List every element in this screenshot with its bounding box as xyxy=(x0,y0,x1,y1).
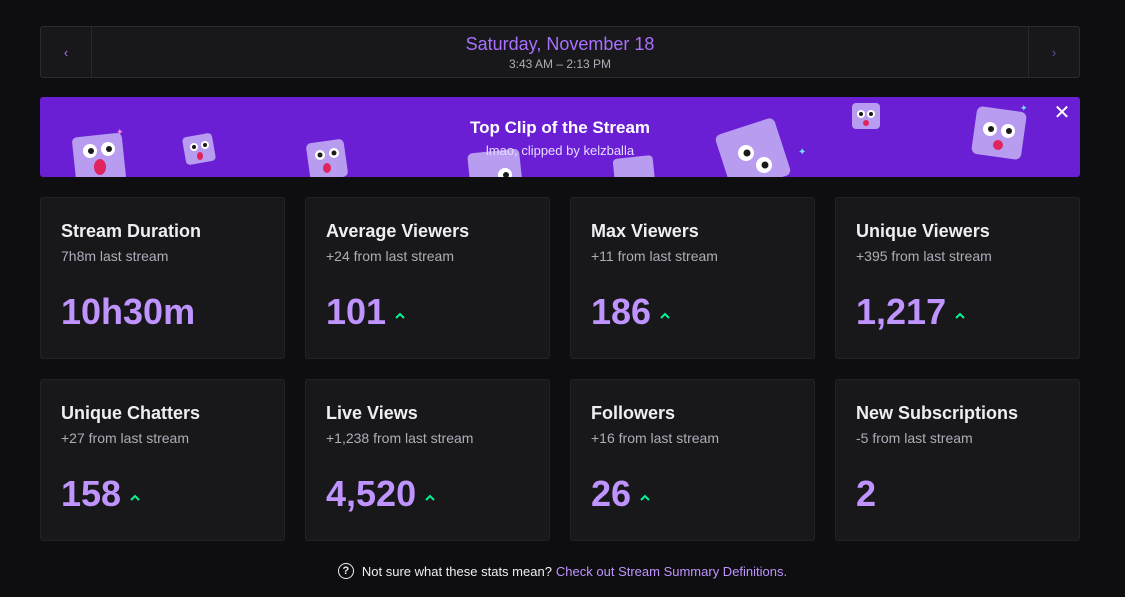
stat-value-row: 101 xyxy=(326,292,405,332)
stat-value-row: 158 xyxy=(61,474,140,514)
footer-text: Not sure what these stats mean? xyxy=(361,563,552,579)
stat-card-average-viewers: Average Viewers +24 from last stream 101 xyxy=(305,197,550,359)
stat-comparison: +1,238 from last stream xyxy=(326,430,474,446)
definitions-link[interactable]: Check out Stream Summary Definitions. xyxy=(556,564,787,579)
stats-help-footer: ? Not sure what these stats mean? Check … xyxy=(0,561,1125,581)
stat-value: 101 xyxy=(326,291,387,332)
stat-value: 26 xyxy=(591,473,632,514)
stream-date: Saturday, November 18 xyxy=(465,33,655,54)
stat-value: 186 xyxy=(591,291,652,332)
stat-value-row: 10h30m xyxy=(61,292,195,332)
top-clip-banner[interactable]: ✦ ✦ ✦ Top Clip of the Stream lmao, clipp… xyxy=(40,97,1080,177)
banner-title: Top Clip of the Stream xyxy=(469,118,651,137)
stat-card-live-views: Live Views +1,238 from last stream 4,520 xyxy=(305,379,550,541)
stat-card-new-subscriptions: New Subscriptions -5 from last stream 2 xyxy=(835,379,1080,541)
trend-up-icon xyxy=(425,494,435,501)
stat-title: New Subscriptions xyxy=(856,403,1019,423)
stat-value-row: 26 xyxy=(591,474,650,514)
stat-value-row: 2 xyxy=(856,474,876,514)
previous-stream-button[interactable]: ‹ xyxy=(41,27,92,77)
trend-up-icon xyxy=(660,312,670,319)
stat-comparison: +24 from last stream xyxy=(326,248,454,264)
stat-value: 4,520 xyxy=(326,473,417,514)
stat-comparison: -5 from last stream xyxy=(856,430,973,446)
chevron-left-icon: ‹ xyxy=(63,44,69,60)
question-circle-icon: ? xyxy=(337,563,354,579)
stat-card-max-viewers: Max Viewers +11 from last stream 186 xyxy=(570,197,815,359)
stat-card-unique-viewers: Unique Viewers +395 from last stream 1,2… xyxy=(835,197,1080,359)
close-icon[interactable]: ✕ xyxy=(1052,103,1072,123)
stat-value: 2 xyxy=(856,473,877,514)
stats-grid: Stream Duration 7h8m last stream 10h30m … xyxy=(40,197,1080,541)
stream-date-display: Saturday, November 18 3:43 AM – 2:13 PM xyxy=(92,27,1028,77)
stream-time-range: 3:43 AM – 2:13 PM xyxy=(508,56,612,71)
stat-value-row: 1,217 xyxy=(856,292,965,332)
trend-up-icon xyxy=(640,494,650,501)
stat-title: Followers xyxy=(591,403,676,423)
date-navigator: ‹ Saturday, November 18 3:43 AM – 2:13 P… xyxy=(40,26,1080,78)
stat-comparison: +395 from last stream xyxy=(856,248,992,264)
stat-value-row: 186 xyxy=(591,292,670,332)
stat-title: Unique Chatters xyxy=(61,403,201,423)
stat-title: Live Views xyxy=(326,403,418,423)
stat-title: Stream Duration xyxy=(61,221,202,241)
stat-card-followers: Followers +16 from last stream 26 xyxy=(570,379,815,541)
stat-comparison: +16 from last stream xyxy=(591,430,719,446)
trend-up-icon xyxy=(395,312,405,319)
next-stream-button[interactable]: › xyxy=(1028,27,1079,77)
stat-comparison: +27 from last stream xyxy=(61,430,189,446)
stat-value-row: 4,520 xyxy=(326,474,435,514)
trend-up-icon xyxy=(130,494,140,501)
stat-title: Max Viewers xyxy=(591,221,699,241)
stat-value: 1,217 xyxy=(856,291,947,332)
stat-comparison: 7h8m last stream xyxy=(61,248,169,264)
stat-title: Average Viewers xyxy=(326,221,470,241)
stat-title: Unique Viewers xyxy=(856,221,990,241)
stat-comparison: +11 from last stream xyxy=(591,248,718,264)
banner-subtitle[interactable]: lmao, clipped by kelzballa xyxy=(40,143,1080,158)
trend-up-icon xyxy=(955,312,965,319)
stat-value: 10h30m xyxy=(61,291,196,332)
stat-card-unique-chatters: Unique Chatters +27 from last stream 158 xyxy=(40,379,285,541)
stat-card-stream-duration: Stream Duration 7h8m last stream 10h30m xyxy=(40,197,285,359)
svg-text:✦: ✦ xyxy=(1020,104,1028,114)
stat-value: 158 xyxy=(61,473,122,514)
chevron-right-icon: › xyxy=(1051,44,1057,60)
mascot-icon xyxy=(610,155,658,177)
